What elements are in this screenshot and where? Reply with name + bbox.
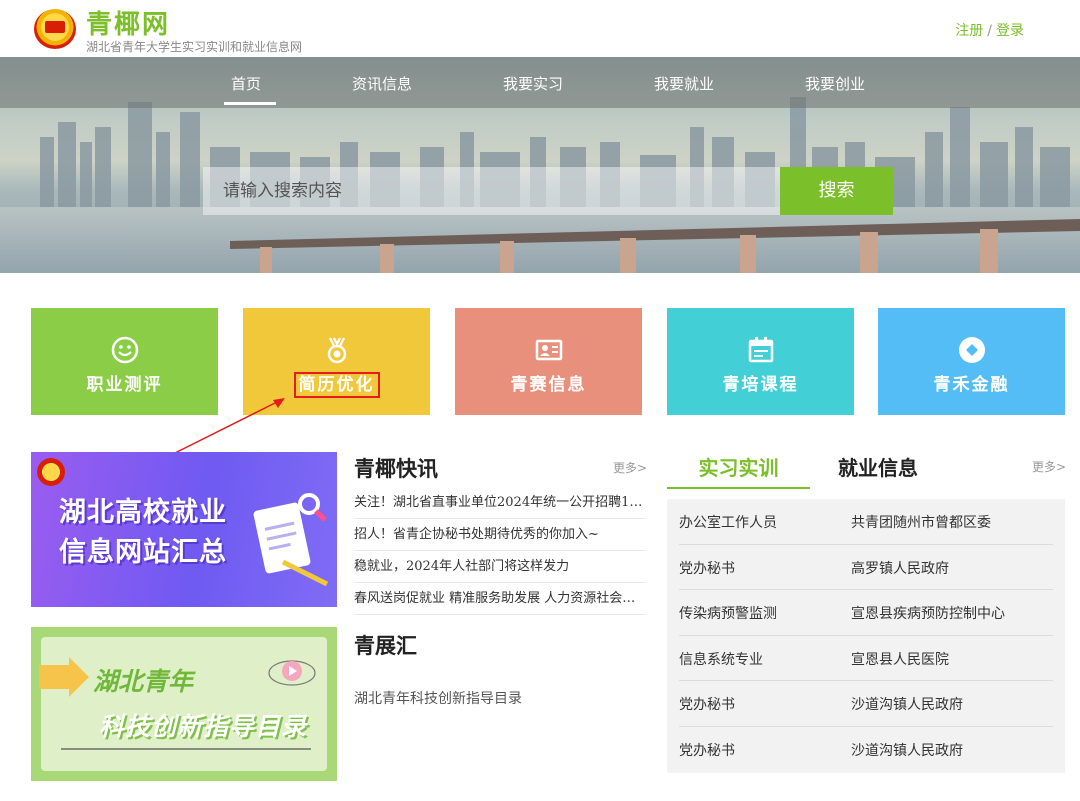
- job-row[interactable]: 党办秘书 高罗镇人民政府: [679, 545, 1053, 591]
- banner-title-line1: 湖北高校就业: [59, 497, 227, 528]
- job-title: 信息系统专业: [679, 651, 763, 668]
- banner-divider: [61, 748, 311, 750]
- job-row[interactable]: 传染病预警监测 宣恩县疾病预防控制中心: [679, 590, 1053, 636]
- calendar-icon: [748, 337, 774, 363]
- news-item[interactable]: 春风送岗促就业 精准服务助发展 人力资源社会保...: [354, 583, 646, 615]
- auth-links: 注册 / 登录: [955, 20, 1024, 40]
- youth-league-badge-icon: [37, 458, 65, 486]
- tile-training-courses[interactable]: 青培课程: [667, 308, 854, 415]
- highlight-box: 简历优化: [293, 372, 380, 398]
- youth-innovation-banner[interactable]: 湖北青年 科技创新指导目录: [31, 627, 337, 781]
- university-sites-banner[interactable]: 湖北高校就业 信息网站汇总: [31, 452, 337, 607]
- news-section-title: 青椰快讯: [354, 457, 438, 481]
- bridge-image: [230, 219, 1080, 273]
- search-button[interactable]: 搜索: [780, 167, 893, 215]
- tab-internship-training[interactable]: 实习实训: [667, 452, 810, 489]
- job-row[interactable]: 党办秘书 沙道沟镇人民政府: [679, 727, 1053, 773]
- tile-competition-info[interactable]: 青赛信息: [455, 308, 642, 415]
- nav-startup[interactable]: 我要创业: [790, 73, 880, 94]
- job-title: 党办秘书: [679, 560, 735, 577]
- register-link[interactable]: 注册: [955, 23, 983, 39]
- news-item[interactable]: 招人！省青企协秘书处期待优秀的你加入~: [354, 519, 646, 551]
- play-button-icon: [268, 660, 316, 686]
- tile-finance[interactable]: 青禾金融: [878, 308, 1065, 415]
- auth-separator: /: [987, 23, 992, 39]
- nav-employment[interactable]: 我要就业: [639, 73, 729, 94]
- job-title: 传染病预警监测: [679, 606, 777, 623]
- nav-news[interactable]: 资讯信息: [337, 73, 427, 94]
- job-org: 沙道沟镇人民政府: [851, 742, 963, 759]
- site-tagline: 湖北省青年大学生实习实训和就业信息网: [86, 40, 303, 54]
- expo-section-title: 青展汇: [354, 634, 417, 658]
- job-row[interactable]: 信息系统专业 宣恩县人民医院: [679, 636, 1053, 682]
- job-title: 党办秘书: [679, 742, 735, 759]
- job-list: 办公室工作人员 共青团随州市曾都区委 党办秘书 高罗镇人民政府 传染病预警监测 …: [667, 499, 1065, 773]
- main-nav: 首页 资讯信息 我要实习 我要就业 我要创业: [0, 57, 1080, 108]
- news-more-link[interactable]: 更多>: [613, 459, 647, 476]
- job-org: 共青团随州市曾都区委: [851, 515, 991, 531]
- tile-label: 青赛信息: [510, 375, 587, 395]
- login-link[interactable]: 登录: [996, 23, 1024, 39]
- search-input[interactable]: [203, 167, 781, 215]
- news-item[interactable]: 关注！湖北省直事业单位2024年统一公开招聘1209人: [354, 487, 646, 519]
- site-brand[interactable]: 青椰网: [86, 4, 170, 41]
- id-card-icon: [535, 339, 563, 361]
- job-org: 宣恩县疾病预防控制中心: [851, 606, 1005, 623]
- nav-internship[interactable]: 我要实习: [488, 73, 578, 94]
- banner-title-line1: 湖北青年: [93, 667, 194, 696]
- arrow-right-icon: [39, 657, 89, 697]
- news-item[interactable]: 稳就业，2024年人社部门将这样发力: [354, 551, 646, 583]
- job-org: 宣恩县人民医院: [851, 651, 949, 668]
- tab-employment-info[interactable]: 就业信息: [838, 452, 918, 481]
- job-title: 党办秘书: [679, 697, 735, 714]
- tile-label: 青培课程: [722, 375, 799, 395]
- hero-banner: 首页 资讯信息 我要实习 我要就业 我要创业 搜索: [0, 57, 1080, 273]
- diamond-icon: [959, 337, 985, 363]
- expo-item-link[interactable]: 湖北青年科技创新指导目录: [354, 688, 522, 708]
- banner-title-line2: 科技创新指导目录: [99, 712, 308, 741]
- job-row[interactable]: 办公室工作人员 共青团随州市曾都区委: [679, 499, 1053, 545]
- job-org: 高罗镇人民政府: [851, 560, 949, 577]
- job-org: 沙道沟镇人民政府: [851, 697, 963, 714]
- medal-icon: [327, 337, 347, 364]
- search-box: [203, 167, 781, 215]
- jobs-more-link[interactable]: 更多>: [1032, 458, 1066, 475]
- job-row[interactable]: 党办秘书 沙道沟镇人民政府: [679, 681, 1053, 727]
- banner-title-line2: 信息网站汇总: [59, 537, 227, 568]
- tile-label: 青禾金融: [933, 375, 1010, 395]
- site-header: 青椰网 湖北省青年大学生实习实训和就业信息网 注册 / 登录: [0, 0, 1080, 57]
- smiley-icon: [111, 336, 139, 364]
- document-magnifier-icon: [253, 493, 329, 587]
- nav-home[interactable]: 首页: [201, 73, 291, 105]
- news-list: 关注！湖北省直事业单位2024年统一公开招聘1209人 招人！省青企协秘书处期待…: [354, 487, 646, 615]
- youth-league-logo-icon[interactable]: [34, 9, 76, 49]
- job-title: 办公室工作人员: [679, 515, 777, 531]
